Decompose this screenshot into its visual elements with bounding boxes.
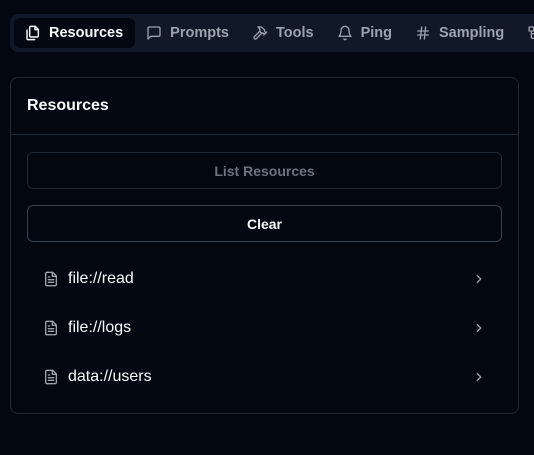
tab-roots[interactable] bbox=[516, 18, 534, 48]
tab-bar: Resources Prompts Tools Ping Sampling bbox=[10, 14, 534, 52]
tab-ping[interactable]: Ping bbox=[326, 18, 404, 48]
resource-item[interactable]: data://users bbox=[27, 357, 502, 397]
resource-item[interactable]: file://logs bbox=[27, 308, 502, 348]
clear-button[interactable]: Clear bbox=[27, 205, 502, 242]
panel-header: Resources bbox=[11, 78, 518, 135]
message-square-icon bbox=[147, 26, 161, 40]
tab-ping-label: Ping bbox=[360, 25, 392, 41]
list-tree-icon bbox=[528, 26, 534, 39]
chevron-right-icon bbox=[476, 323, 482, 333]
tab-sampling-label: Sampling bbox=[439, 25, 505, 41]
list-resources-button[interactable]: List Resources bbox=[27, 152, 502, 189]
chevron-right-icon bbox=[476, 274, 482, 284]
bell-icon bbox=[337, 25, 352, 41]
tab-tools[interactable]: Tools bbox=[241, 18, 326, 48]
resource-name: file://logs bbox=[68, 319, 132, 336]
file-text-icon bbox=[45, 320, 57, 336]
tab-sampling[interactable]: Sampling bbox=[404, 18, 516, 48]
resources-panel: Resources List Resources Clear file://re… bbox=[10, 77, 519, 414]
resource-name: file://read bbox=[68, 270, 134, 287]
hammer-icon bbox=[253, 26, 268, 40]
hash-icon bbox=[417, 26, 429, 40]
tab-tools-label: Tools bbox=[275, 25, 314, 41]
file-text-icon bbox=[45, 271, 57, 287]
panel-title: Resources bbox=[27, 97, 109, 114]
tab-resources-label: Resources bbox=[49, 25, 124, 41]
resource-item[interactable]: file://read bbox=[27, 259, 502, 299]
resource-name: data://users bbox=[68, 368, 152, 385]
file-text-icon bbox=[45, 369, 57, 385]
tab-resources[interactable]: Resources bbox=[14, 18, 136, 48]
chevron-right-icon bbox=[476, 372, 482, 382]
files-icon bbox=[26, 25, 40, 41]
tab-prompts[interactable]: Prompts bbox=[135, 18, 241, 48]
tab-prompts-label: Prompts bbox=[170, 25, 229, 41]
